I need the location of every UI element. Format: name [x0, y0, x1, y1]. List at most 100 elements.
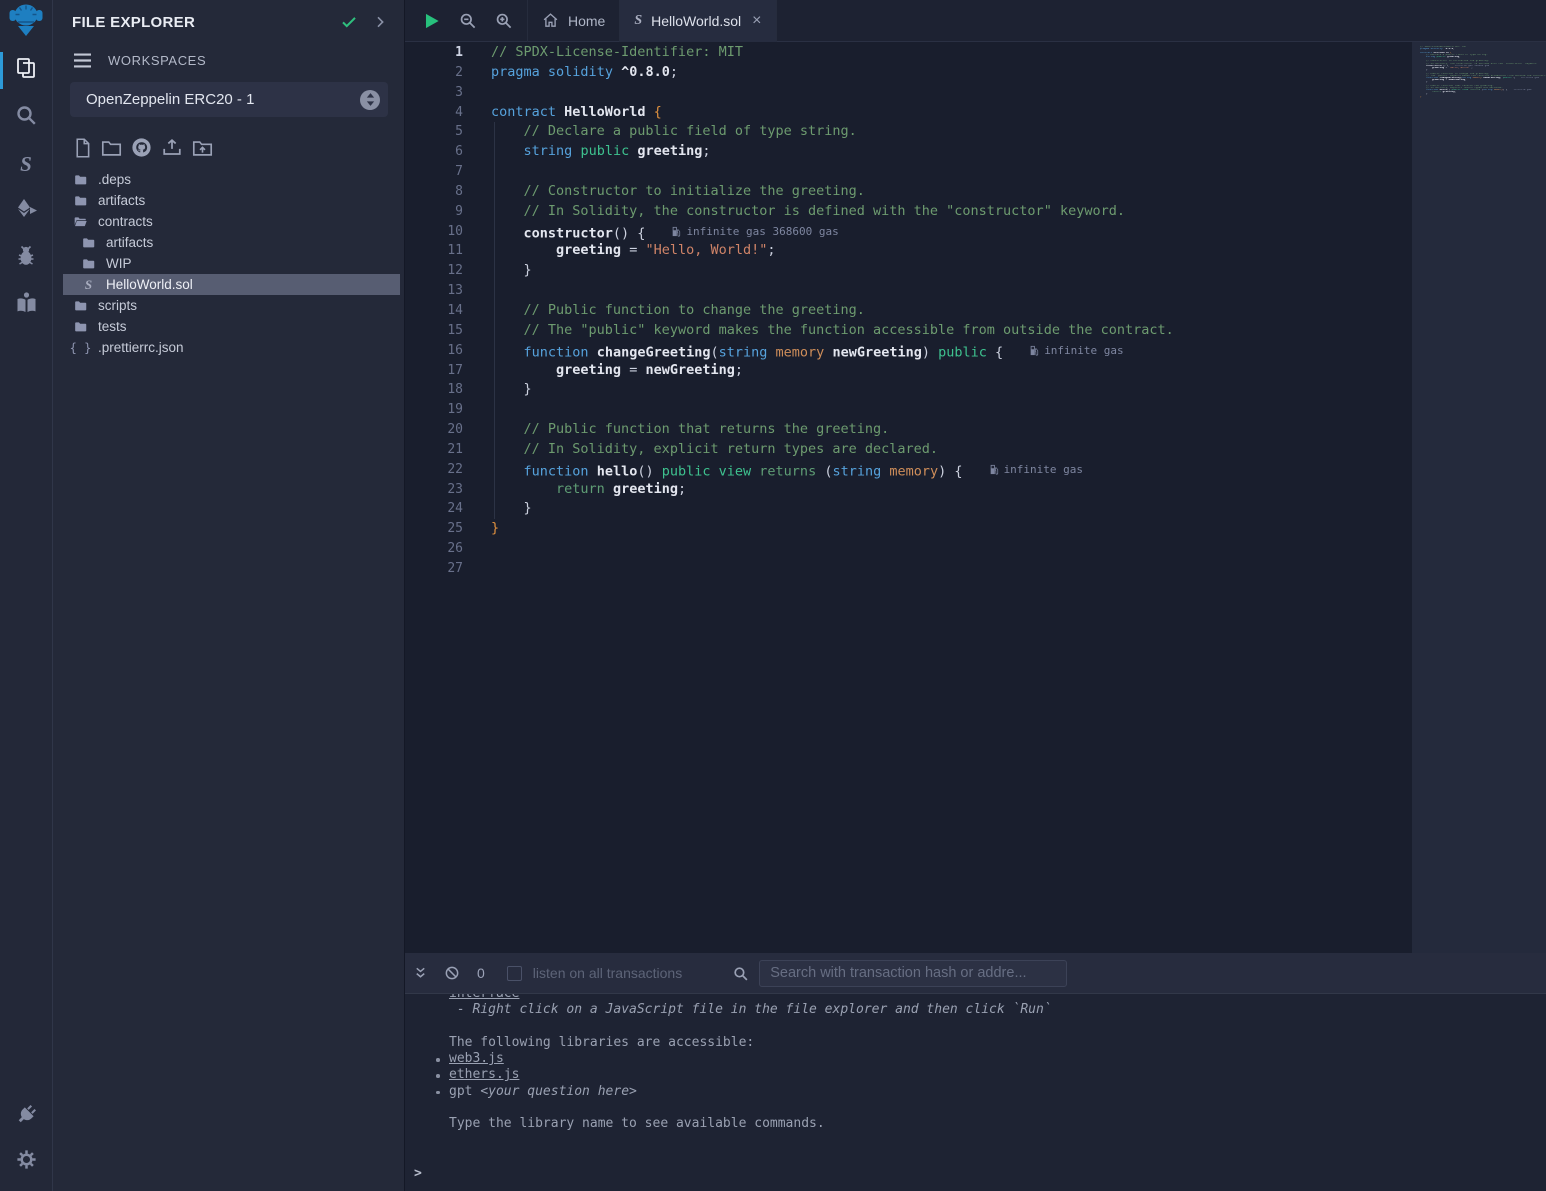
line-number: 16 [405, 341, 463, 361]
activity-search[interactable] [0, 94, 53, 141]
close-tab-icon[interactable]: × [752, 13, 761, 29]
code-line-26[interactable]: 26 [405, 539, 1412, 559]
line-number: 3 [405, 83, 463, 103]
activity-settings[interactable] [0, 1138, 53, 1185]
tree-item-wip[interactable]: WIP [53, 253, 404, 274]
upload-file-icon[interactable] [160, 137, 184, 159]
code-line-21[interactable]: 21 // In Solidity, explicit return types… [405, 440, 1412, 460]
code-line-6[interactable]: 6 string public greeting; [405, 142, 1412, 162]
listen-transactions-checkbox[interactable] [507, 966, 522, 981]
code-line-23[interactable]: 23 return greeting; [405, 480, 1412, 500]
terminal-line [449, 1100, 1546, 1116]
line-number: 8 [405, 182, 463, 202]
activity-deploy-and-run[interactable] [0, 188, 53, 235]
zoom-in-icon[interactable] [494, 11, 513, 30]
code-line-15[interactable]: 15 // The "public" keyword makes the fun… [405, 321, 1412, 341]
code-line-12[interactable]: 12 } [405, 261, 1412, 281]
code-line-13[interactable]: 13 [405, 281, 1412, 301]
code-line-10[interactable]: 10 constructor() {infinite gas 368600 ga… [405, 222, 1412, 242]
solidity-file-icon: S [634, 13, 642, 29]
code-line-14[interactable]: 14 // Public function to change the gree… [405, 301, 1412, 321]
workspace-switch-icon[interactable] [360, 90, 380, 110]
line-number: 1 [405, 43, 463, 63]
tree-item--prettierrc-json[interactable]: { }.prettierrc.json [53, 337, 404, 358]
tree-item-tests[interactable]: tests [53, 316, 404, 337]
code-line-9[interactable]: 9 // In Solidity, the constructor is def… [405, 202, 1412, 222]
line-number: 25 [405, 519, 463, 539]
activity-plugin-manager[interactable] [0, 1091, 53, 1138]
workspaces-label: WORKSPACES [108, 53, 206, 68]
gas-estimate-badge[interactable]: infinite gas [1029, 341, 1123, 361]
code-line-16[interactable]: 16 function changeGreeting(string memory… [405, 341, 1412, 361]
tree-item-contracts[interactable]: contracts [53, 211, 404, 232]
code-line-2[interactable]: 2pragma solidity ^0.8.0; [405, 63, 1412, 83]
file-explorer-toolbar [72, 136, 404, 159]
terminal-link[interactable]: ethers.js [449, 1067, 519, 1082]
tree-item-artifacts[interactable]: artifacts [53, 232, 404, 253]
code-line-22[interactable]: 22 function hello() public view returns … [405, 460, 1412, 480]
gas-estimate-badge[interactable]: infinite gas 368600 gas [671, 222, 838, 242]
run-script-button[interactable] [422, 11, 441, 31]
code-line-18[interactable]: 18 } [405, 380, 1412, 400]
check-icon[interactable] [340, 13, 358, 31]
code-line-4[interactable]: 4contract HelloWorld { [405, 103, 1412, 123]
terminal-search-input[interactable] [759, 960, 1067, 987]
tree-item-artifacts[interactable]: artifacts [53, 190, 404, 211]
activity-debugger[interactable] [0, 235, 53, 282]
line-number: 9 [405, 202, 463, 222]
collapse-terminal-icon[interactable] [413, 965, 428, 981]
code-line-27[interactable]: 27 [405, 559, 1412, 579]
chevron-right-icon[interactable] [372, 14, 388, 30]
workspaces-row: WORKSPACES [72, 52, 404, 69]
line-number: 6 [405, 142, 463, 162]
tab-helloworld-sol[interactable]: S HelloWorld.sol × [620, 0, 776, 42]
terminal-link[interactable]: interface [449, 994, 519, 1001]
line-number: 19 [405, 400, 463, 420]
tree-item-scripts[interactable]: scripts [53, 295, 404, 316]
tab-home[interactable]: Home [527, 0, 620, 42]
tree-item--deps[interactable]: .deps [53, 169, 404, 190]
remix-logo[interactable] [0, 0, 53, 47]
listen-transactions-label: listen on all transactions [533, 965, 682, 981]
code-line-11[interactable]: 11 greeting = "Hello, World!"; [405, 241, 1412, 261]
code-line-19[interactable]: 19 [405, 400, 1412, 420]
tree-item-helloworld-sol[interactable]: SHelloWorld.sol [63, 274, 400, 295]
upload-folder-icon[interactable] [191, 137, 214, 159]
code-line-1[interactable]: 1// SPDX-License-Identifier: MIT [405, 43, 1412, 63]
code-line-17[interactable]: 17 greeting = newGreeting; [405, 361, 1412, 381]
editor-tabbar: Home S HelloWorld.sol × [405, 0, 1546, 42]
editor-minimap[interactable]: // SPDX-License-Identifier: MITpragma so… [1412, 42, 1546, 953]
create-folder-icon[interactable] [100, 137, 123, 159]
activity-solidity-compiler[interactable]: S [0, 141, 53, 188]
code-line-3[interactable]: 3 [405, 83, 1412, 103]
bug-icon [14, 244, 38, 273]
file-tree: .depsartifactscontractsartifactsWIPSHell… [53, 169, 404, 358]
zoom-out-icon[interactable] [458, 11, 477, 30]
code-area[interactable]: 1// SPDX-License-Identifier: MIT2pragma … [405, 42, 1412, 953]
clear-console-icon[interactable] [444, 965, 460, 981]
activity-file-explorer[interactable] [0, 47, 53, 94]
github-clone-icon[interactable] [130, 136, 153, 159]
terminal-line: Type the library name to see available c… [449, 1116, 1546, 1132]
hamburger-menu-icon[interactable] [72, 52, 93, 69]
code-line-7[interactable]: 7 [405, 162, 1412, 182]
terminal-output[interactable]: interface - Right click on a JavaScript … [405, 994, 1546, 1191]
code-line-24[interactable]: 24 } [405, 499, 1412, 519]
activity-learneth[interactable] [0, 282, 53, 329]
code-line-20[interactable]: 20 // Public function that returns the g… [405, 420, 1412, 440]
terminal-prompt[interactable]: > [414, 1166, 422, 1182]
folder-icon [72, 194, 89, 208]
solidity-compiler-icon: S [20, 152, 32, 177]
code-line-8[interactable]: 8 // Constructor to initialize the greet… [405, 182, 1412, 202]
remix-ide-window: S [0, 0, 1546, 1191]
create-file-icon[interactable] [72, 137, 93, 159]
file-explorer-panel: FILE EXPLORER WORKSPACES OpenZeppelin ER… [53, 0, 405, 1191]
line-number: 12 [405, 261, 463, 281]
code-line-5[interactable]: 5 // Declare a public field of type stri… [405, 122, 1412, 142]
code-line-25[interactable]: 25} [405, 519, 1412, 539]
line-number: 21 [405, 440, 463, 460]
terminal-link[interactable]: web3.js [449, 1051, 504, 1066]
workspace-select[interactable]: OpenZeppelin ERC20 - 1 [70, 82, 388, 117]
terminal-line: The following libraries are accessible: [449, 1035, 1546, 1051]
gas-estimate-badge[interactable]: infinite gas [989, 460, 1083, 480]
